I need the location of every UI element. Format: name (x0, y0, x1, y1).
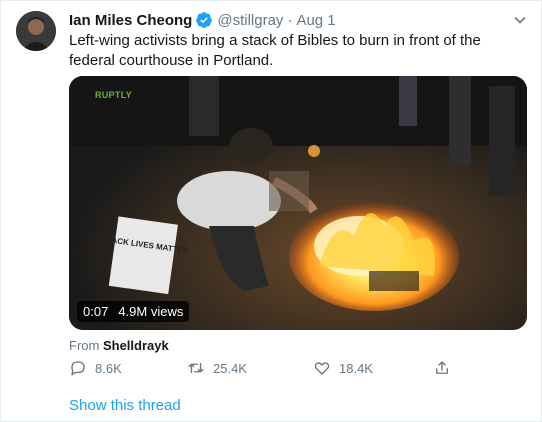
display-name[interactable]: Ian Miles Cheong (69, 12, 192, 29)
separator-dot: · (287, 11, 293, 29)
share-icon (436, 361, 448, 374)
reply-button[interactable]: 8.6K (69, 359, 122, 377)
avatar[interactable] (16, 11, 56, 51)
reply-count: 8.6K (95, 360, 122, 376)
video-watermark: RUPTLY (95, 90, 132, 100)
like-icon (314, 362, 330, 375)
video-info-badge: 0:07 4.9M views (77, 301, 190, 322)
verified-badge-icon (195, 11, 213, 29)
user-handle[interactable]: @stillgray (217, 12, 283, 29)
show-thread-link[interactable]: Show this thread (69, 397, 181, 414)
retweet-button[interactable]: 25.4K (187, 359, 247, 377)
chevron-down-icon[interactable] (513, 13, 527, 27)
retweet-icon (188, 362, 204, 374)
video-frame: BLACK LIVES MATTER (69, 76, 527, 330)
tweet-date[interactable]: Aug 1 (296, 12, 335, 29)
video-player[interactable]: BLACK LIVES MATTER RUPTLY 0:07 4.9M view… (69, 76, 527, 330)
video-views: 4.9M views (118, 304, 184, 319)
tweet-text: Left-wing activists bring a stack of Bib… (69, 32, 481, 69)
like-count: 18.4K (339, 360, 373, 376)
tweet-actions: 8.6K 25.4K 18.4K (69, 359, 459, 381)
video-source: From Shelldrayk (69, 338, 169, 353)
reply-icon (71, 361, 85, 376)
video-duration: 0:07 (83, 304, 109, 319)
source-prefix: From (69, 338, 100, 353)
source-name[interactable]: Shelldrayk (103, 338, 169, 353)
retweet-count: 25.4K (213, 360, 247, 376)
share-button[interactable] (433, 359, 451, 377)
tweet-card[interactable]: Ian Miles Cheong @stillgray · Aug 1 Left… (0, 0, 542, 422)
like-button[interactable]: 18.4K (313, 359, 373, 377)
tweet-header: Ian Miles Cheong @stillgray · Aug 1 (69, 10, 501, 30)
